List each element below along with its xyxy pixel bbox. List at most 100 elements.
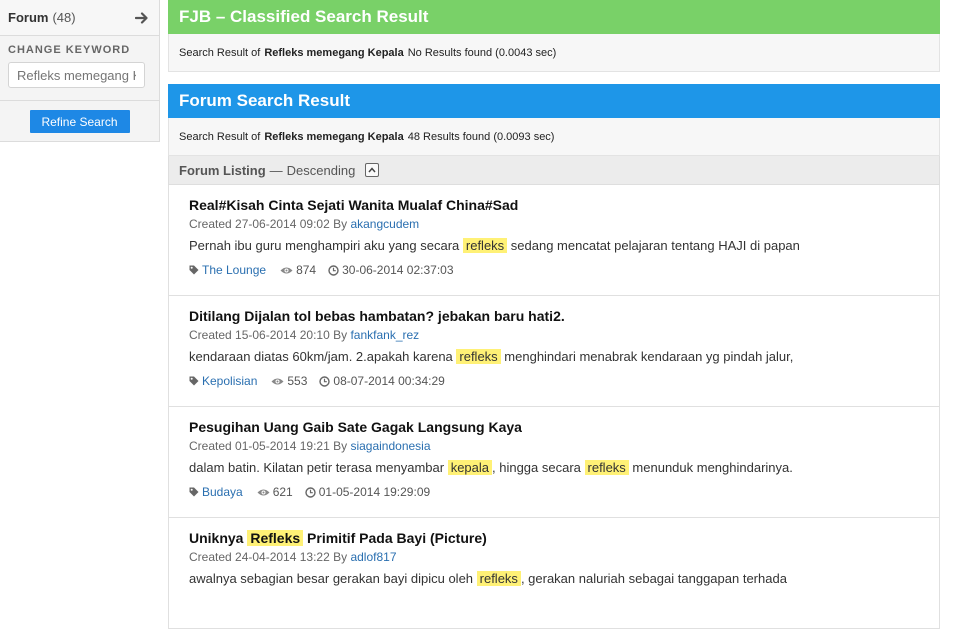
sidebar-forum-filter[interactable]: Forum (48) <box>0 0 159 36</box>
last-post-date: 01-05-2014 19:29:09 <box>305 485 430 499</box>
listing-label: Forum Listing <box>179 162 266 178</box>
snippet-text: dalam batin. Kilatan petir terasa menyam… <box>189 460 448 475</box>
keyword-highlight: kepala <box>447 460 492 475</box>
sort-toggle-button[interactable] <box>365 163 380 177</box>
keyword-highlight: refleks <box>584 460 629 475</box>
tag-icon <box>189 376 199 386</box>
title-text: Ditilang Dijalan tol bebas hambatan? jeb… <box>189 308 565 324</box>
listing-order: Descending <box>286 162 356 178</box>
result-title[interactable]: Uniknya Refleks Primitif Pada Bayi (Pict… <box>189 530 919 546</box>
result-item: Uniknya Refleks Primitif Pada Bayi (Pict… <box>168 518 940 629</box>
result-title[interactable]: Pesugihan Uang Gaib Sate Gagak Langsung … <box>189 419 919 435</box>
fjb-result-count: No Results found (0.0043 sec) <box>407 46 557 59</box>
title-text: Pesugihan Uang Gaib Sate Gagak Langsung … <box>189 419 522 435</box>
snippet-text: menunduk menghindarinya. <box>628 460 793 475</box>
clock-icon <box>305 486 316 498</box>
result-snippet: kendaraan diatas 60km/jam. 2.apakah kare… <box>189 349 919 365</box>
result-title[interactable]: Real#Kisah Cinta Sejati Wanita Mualaf Ch… <box>189 197 919 213</box>
last-post-date-value: 30-06-2014 02:37:03 <box>342 263 454 277</box>
snippet-text: , gerakan naluriah sebagai tanggapan ter… <box>520 571 787 586</box>
result-snippet: awalnya sebagian besar gerakan bayi dipi… <box>189 571 919 587</box>
created-info: Created 27-06-2014 09:02 By <box>189 217 348 231</box>
clock-icon <box>328 264 339 276</box>
refine-wrap: Refine Search <box>0 101 159 133</box>
snippet-text: menghindari menabrak kendaraan yg pindah… <box>500 349 794 364</box>
tag-icon <box>189 487 199 497</box>
fjb-result-line: Search Result of Refleks memegang Kepala… <box>168 34 940 72</box>
result-title[interactable]: Ditilang Dijalan tol bebas hambatan? jeb… <box>189 308 919 324</box>
result-item: Pesugihan Uang Gaib Sate Gagak Langsung … <box>168 407 940 518</box>
keyword-highlight: refleks <box>462 238 508 253</box>
created-info: Created 24-04-2014 13:22 By <box>189 550 348 564</box>
forum-label: Forum <box>8 10 49 25</box>
refine-search-button[interactable]: Refine Search <box>29 110 130 133</box>
fjb-result-prefix: Search Result of <box>179 46 261 59</box>
created-info: Created 15-06-2014 20:10 By <box>189 328 348 342</box>
created-info: Created 01-05-2014 19:21 By <box>189 439 348 453</box>
view-count: 621 <box>257 485 293 499</box>
view-count-value: 553 <box>287 374 308 388</box>
category-link[interactable]: The Lounge <box>189 263 266 277</box>
result-item: Real#Kisah Cinta Sejati Wanita Mualaf Ch… <box>168 185 940 296</box>
change-keyword-section: CHANGE KEYWORD <box>0 36 159 101</box>
forum-result-count: 48 Results found (0.0093 sec) <box>407 130 555 143</box>
keyword-highlight: refleks <box>456 349 501 364</box>
snippet-text: awalnya sebagian besar gerakan bayi dipi… <box>189 571 477 586</box>
category-label: The Lounge <box>202 263 267 277</box>
forum-listing-bar: Forum Listing — Descending <box>168 156 940 185</box>
category-link[interactable]: Kepolisian <box>189 374 257 388</box>
result-meta: Created 24-04-2014 13:22 By adlof817 <box>189 550 919 564</box>
last-post-date-value: 01-05-2014 19:29:09 <box>318 485 431 499</box>
title-text: Uniknya <box>189 530 248 546</box>
result-snippet: Pernah ibu guru menghampiri aku yang sec… <box>189 238 919 254</box>
category-link[interactable]: Budaya <box>189 485 243 499</box>
category-label: Budaya <box>202 485 243 499</box>
author-link[interactable]: siagaindonesia <box>350 439 430 453</box>
author-link[interactable]: fankfank_rez <box>350 328 419 342</box>
result-item: Ditilang Dijalan tol bebas hambatan? jeb… <box>168 296 940 407</box>
snippet-text: kendaraan diatas 60km/jam. 2.apakah kare… <box>189 349 457 364</box>
eye-icon <box>257 489 270 495</box>
last-post-date: 08-07-2014 00:34:29 <box>319 374 445 388</box>
clock-icon <box>319 375 331 387</box>
snippet-text: sedang mencatat pelajaran tentang HAJI d… <box>507 238 800 253</box>
keyword-highlight: refleks <box>476 571 521 586</box>
forum-result-prefix: Search Result of <box>179 130 261 143</box>
keyword-highlight: Refleks <box>247 530 304 546</box>
chevron-up-icon <box>368 167 376 173</box>
result-footer: Kepolisian 553 08-07-2014 00:34:29 <box>189 374 919 388</box>
last-post-date: 30-06-2014 02:37:03 <box>328 263 454 277</box>
change-keyword-title: CHANGE KEYWORD <box>8 44 131 56</box>
tag-icon <box>189 265 199 275</box>
keyword-input[interactable] <box>8 62 145 88</box>
author-link[interactable]: akangcudem <box>350 217 419 231</box>
forum-result-line: Search Result of Refleks memegang Kepala… <box>168 118 940 156</box>
view-count: 874 <box>280 263 316 277</box>
last-post-date-value: 08-07-2014 00:34:29 <box>333 374 445 388</box>
result-meta: Created 01-05-2014 19:21 By siagaindones… <box>189 439 919 453</box>
view-count: 553 <box>271 374 307 388</box>
forum-count: (48) <box>52 10 76 25</box>
forum-header: Forum Search Result <box>168 84 940 118</box>
result-footer: The Lounge 874 30-06-2014 02:37:03 <box>189 263 919 277</box>
result-list: Real#Kisah Cinta Sejati Wanita Mualaf Ch… <box>168 185 940 629</box>
snippet-text: , hingga secara <box>492 460 585 475</box>
sidebar: Forum (48) CHANGE KEYWORD Refine Search <box>0 0 160 142</box>
title-text: Real#Kisah Cinta Sejati Wanita Mualaf Ch… <box>189 197 519 213</box>
snippet-text: Pernah ibu guru menghampiri aku yang sec… <box>189 238 463 253</box>
result-snippet: dalam batin. Kilatan petir terasa menyam… <box>189 460 919 476</box>
result-footer: Budaya 621 01-05-2014 19:29:09 <box>189 485 919 499</box>
view-count-value: 621 <box>272 485 293 499</box>
forum-keyword: Refleks memegang Kepala <box>264 130 404 143</box>
fjb-keyword: Refleks memegang Kepala <box>264 46 404 59</box>
arrow-right-icon[interactable] <box>135 11 149 25</box>
result-meta: Created 27-06-2014 09:02 By akangcudem <box>189 217 919 231</box>
eye-icon <box>271 378 284 384</box>
result-meta: Created 15-06-2014 20:10 By fankfank_rez <box>189 328 919 342</box>
main-content: FJB – Classified Search Result Search Re… <box>168 0 940 629</box>
listing-separator: — <box>269 162 283 178</box>
fjb-header: FJB – Classified Search Result <box>168 0 940 34</box>
view-count-value: 874 <box>296 263 317 277</box>
author-link[interactable]: adlof817 <box>350 550 396 564</box>
title-text: Primitif Pada Bayi (Picture) <box>303 530 487 546</box>
